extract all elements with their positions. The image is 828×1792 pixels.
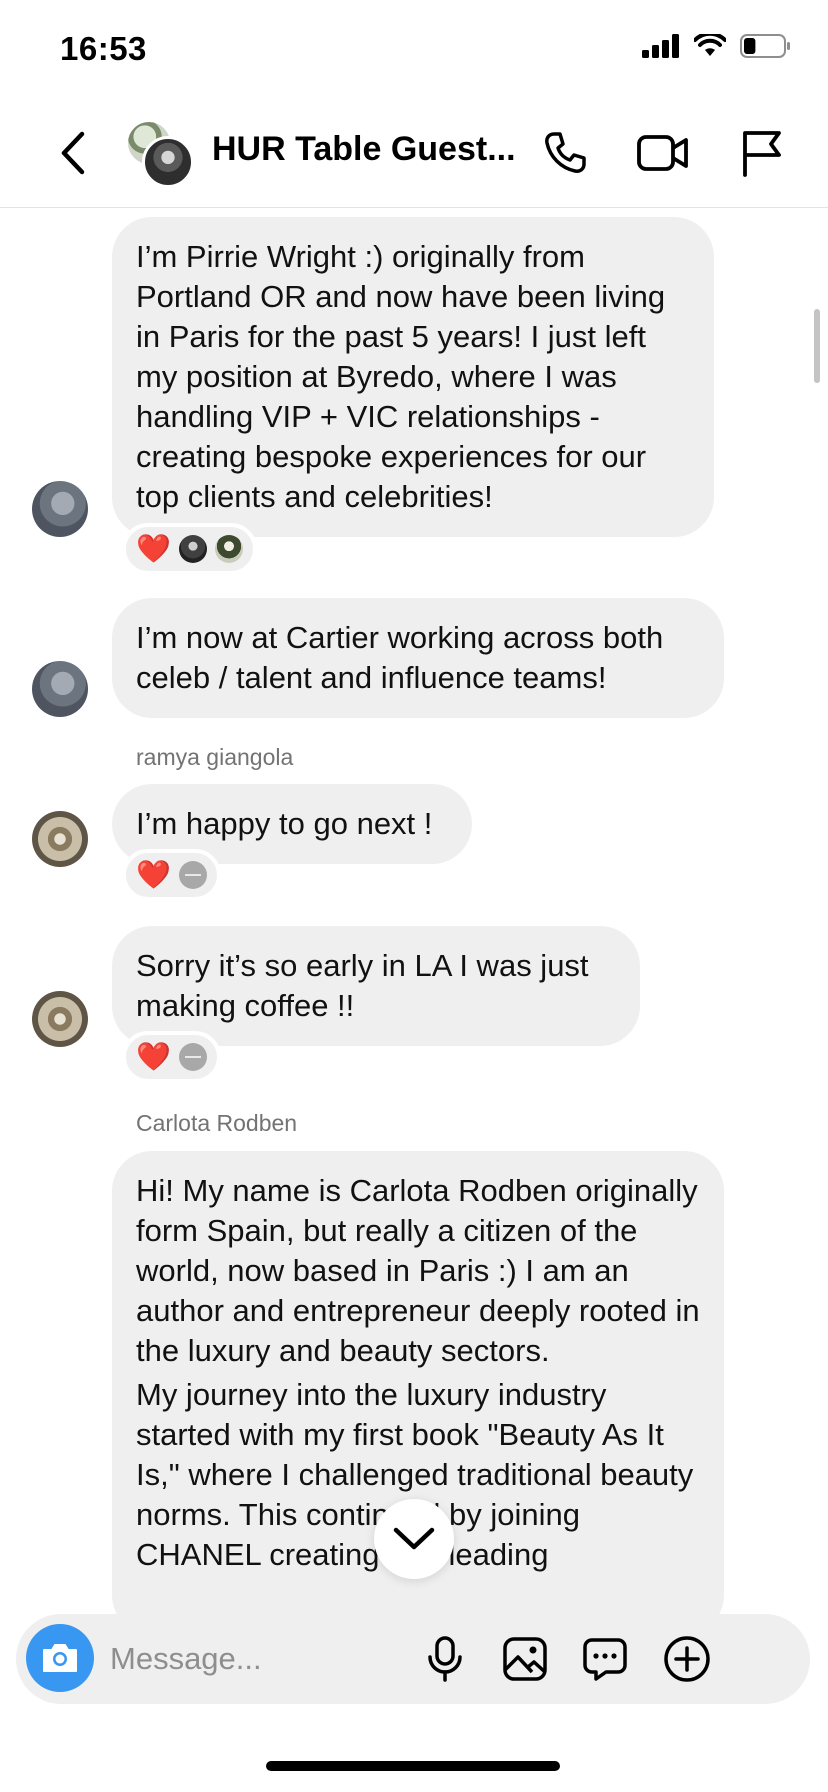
message-text: I’m now at Cartier working across both c… [136, 620, 664, 695]
message-reactions[interactable]: ❤️ [122, 1031, 221, 1083]
group-avatar[interactable] [126, 120, 194, 188]
message-text: I’m happy to go next ! [136, 806, 433, 841]
scroll-to-bottom-button[interactable] [374, 1499, 454, 1579]
sticker-button[interactable] [578, 1632, 632, 1686]
avatar[interactable] [32, 481, 88, 537]
report-button[interactable] [732, 124, 790, 182]
heart-icon: ❤️ [136, 533, 171, 564]
message-input[interactable] [110, 1632, 470, 1686]
avatar [142, 136, 194, 188]
microphone-icon [428, 1636, 462, 1682]
sender-name: ramya giangola [136, 744, 294, 770]
chat-bubble-icon [583, 1638, 627, 1681]
sender-name: Carlota Rodben [136, 1110, 298, 1136]
video-camera-icon [637, 135, 688, 171]
home-indicator[interactable] [266, 1761, 560, 1771]
chat-title[interactable]: HUR Table Guest... [212, 130, 516, 169]
chevron-left-icon [61, 131, 85, 175]
avatar [214, 535, 243, 563]
message-text: I’m Pirrie Wright :) originally from Por… [136, 239, 666, 514]
cellular-signal-icon [642, 34, 679, 58]
message-reactions[interactable]: ❤️ [122, 523, 257, 575]
chat-header: HUR Table Guest... [0, 98, 828, 208]
message-bubble[interactable]: I’m now at Cartier working across both c… [112, 598, 724, 718]
video-call-button[interactable] [634, 124, 692, 182]
chevron-down-icon [393, 1527, 435, 1550]
plus-circle-icon [664, 1636, 710, 1682]
avatar [178, 861, 207, 889]
flag-icon [743, 131, 781, 177]
heart-icon: ❤️ [136, 859, 171, 890]
message-reactions[interactable]: ❤️ [122, 849, 221, 901]
wifi-icon [694, 34, 726, 56]
avatar[interactable] [32, 991, 88, 1047]
status-icons [642, 34, 792, 58]
message-text: Sorry it’s so early in LA I was just mak… [136, 948, 589, 1023]
avatar [178, 1043, 207, 1071]
battery-icon [740, 34, 790, 58]
status-bar: 16:53 [0, 0, 828, 98]
message-composer [16, 1614, 810, 1704]
camera-button[interactable] [26, 1624, 94, 1692]
scroll-indicator[interactable] [814, 309, 820, 383]
message-thread[interactable]: I’m Pirrie Wright :) originally from Por… [0, 209, 828, 1614]
avatar [178, 535, 207, 563]
avatar[interactable] [32, 661, 88, 717]
more-button[interactable] [660, 1632, 714, 1686]
camera-icon [43, 1644, 77, 1672]
voice-message-button[interactable] [418, 1632, 472, 1686]
gallery-button[interactable] [498, 1632, 552, 1686]
back-button[interactable] [48, 128, 98, 178]
image-icon [503, 1637, 547, 1681]
audio-call-button[interactable] [536, 124, 594, 182]
message-text: Hi! My name is Carlota Rodben originally… [136, 1173, 700, 1368]
heart-icon: ❤️ [136, 1041, 171, 1072]
avatar[interactable] [32, 811, 88, 867]
status-time: 16:53 [60, 30, 147, 67]
phone-icon [545, 132, 586, 173]
message-bubble[interactable]: I’m Pirrie Wright :) originally from Por… [112, 217, 714, 537]
message-bubble[interactable]: Sorry it’s so early in LA I was just mak… [112, 926, 640, 1046]
